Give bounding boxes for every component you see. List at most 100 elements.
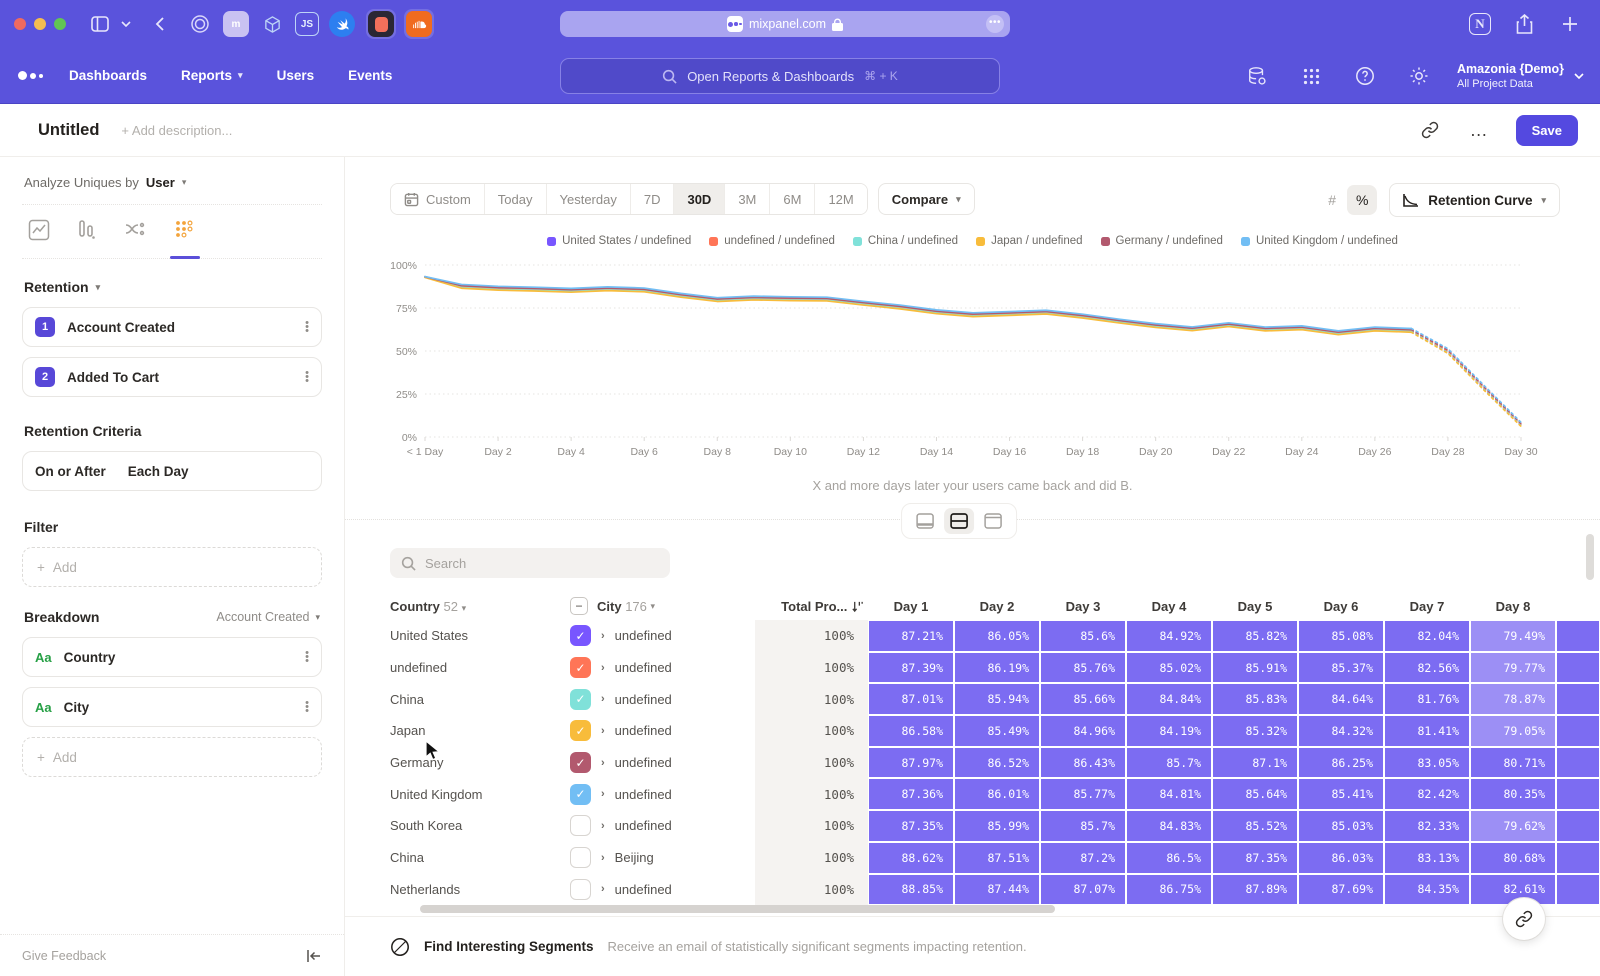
project-switcher[interactable]: Amazonia {Demo} All Project Data: [1457, 62, 1584, 90]
date-range-12m[interactable]: 12M: [815, 184, 866, 214]
retention-value-cell[interactable]: 85.03%: [1298, 810, 1384, 842]
retention-step-account-created[interactable]: 1Account Created•••: [22, 307, 322, 347]
country-cell[interactable]: Netherlands: [390, 874, 570, 906]
help-icon[interactable]: [1352, 63, 1378, 89]
expand-row-icon[interactable]: ›: [601, 630, 605, 642]
tab-retention[interactable]: [174, 219, 196, 258]
breakdown-event-selector[interactable]: Account Created▾: [216, 610, 320, 624]
date-range-today[interactable]: Today: [485, 184, 547, 214]
retention-value-cell[interactable]: 85.41%: [1298, 778, 1384, 810]
compare-button[interactable]: Compare ▾: [878, 183, 975, 215]
retention-value-cell[interactable]: 85.82%: [1212, 620, 1298, 652]
expand-row-icon[interactable]: ›: [601, 662, 605, 674]
criteria-each-day[interactable]: Each Day: [128, 464, 189, 479]
retention-value-cell[interactable]: 87.35%: [868, 810, 954, 842]
retention-value-cell[interactable]: 84.84%: [1126, 683, 1212, 715]
chart-only-layout-icon[interactable]: [910, 508, 940, 534]
legend-item[interactable]: undefined / undefined: [709, 235, 835, 247]
retention-value-cell[interactable]: 86.05%: [954, 620, 1040, 652]
expand-row-icon[interactable]: ›: [601, 852, 605, 864]
expand-row-icon[interactable]: ›: [601, 883, 605, 895]
retention-value-cell[interactable]: 85.64%: [1212, 778, 1298, 810]
country-column-header[interactable]: Country 52 ▾: [390, 599, 570, 614]
expand-row-icon[interactable]: ›: [601, 757, 605, 769]
city-cell[interactable]: ›Beijing: [570, 842, 755, 874]
retention-value-cell[interactable]: 82.56%: [1384, 652, 1470, 684]
retention-value-cell[interactable]: 79.49%: [1470, 620, 1556, 652]
total-column-header[interactable]: Total Pro...: [755, 599, 868, 614]
retention-value-cell[interactable]: 87.01%: [868, 683, 954, 715]
active-tab-soundcloud-icon[interactable]: [404, 9, 434, 39]
table-only-layout-icon[interactable]: [978, 508, 1008, 534]
country-cell[interactable]: South Korea: [390, 810, 570, 842]
breakdown-city[interactable]: AaCity•••: [22, 687, 322, 727]
day-column-header[interactable]: Day 4: [1126, 599, 1212, 614]
retention-value-cell[interactable]: 84.81%: [1126, 778, 1212, 810]
row-checkbox-checked[interactable]: ✓: [570, 752, 591, 773]
swift-extension-icon[interactable]: [329, 11, 355, 37]
new-tab-icon[interactable]: [1557, 11, 1583, 37]
report-description-placeholder[interactable]: + Add description...: [121, 123, 232, 138]
retention-value-cell[interactable]: 88.62%: [868, 842, 954, 874]
country-cell[interactable]: China: [390, 842, 570, 874]
city-cell[interactable]: ›undefined: [570, 874, 755, 906]
absolute-numbers-toggle[interactable]: #: [1317, 185, 1347, 215]
retention-value-cell[interactable]: 87.89%: [1212, 874, 1298, 906]
country-cell[interactable]: China: [390, 683, 570, 715]
date-range-6m[interactable]: 6M: [770, 184, 815, 214]
retention-value-cell[interactable]: 81.76%: [1384, 683, 1470, 715]
legend-item[interactable]: Japan / undefined: [976, 235, 1082, 247]
retention-criteria-card[interactable]: On or After Each Day: [22, 451, 322, 491]
copy-link-icon[interactable]: [1416, 116, 1444, 144]
legend-item[interactable]: Germany / undefined: [1101, 235, 1223, 247]
retention-value-cell[interactable]: 86.25%: [1298, 747, 1384, 779]
cube-extension-icon[interactable]: [259, 11, 285, 37]
day-column-header[interactable]: Day 2: [954, 599, 1040, 614]
retention-value-cell[interactable]: 85.37%: [1298, 652, 1384, 684]
breakdown-country[interactable]: AaCountry•••: [22, 637, 322, 677]
notion-icon[interactable]: N: [1469, 13, 1491, 35]
city-cell[interactable]: ›undefined: [570, 810, 755, 842]
day-column-header[interactable]: Day 7: [1384, 599, 1470, 614]
retention-value-cell[interactable]: 88.85%: [868, 874, 954, 906]
row-checkbox-checked[interactable]: ✓: [570, 657, 591, 678]
retention-section-label[interactable]: Retention: [24, 279, 89, 295]
retention-value-cell[interactable]: 79.05%: [1470, 715, 1556, 747]
country-cell[interactable]: Germany: [390, 747, 570, 779]
retention-value-cell[interactable]: 85.6%: [1040, 620, 1126, 652]
country-cell[interactable]: Japan: [390, 715, 570, 747]
report-title[interactable]: Untitled: [38, 121, 99, 140]
retention-value-cell[interactable]: 86.58%: [868, 715, 954, 747]
day-column-header[interactable]: Day 5: [1212, 599, 1298, 614]
row-checkbox-checked[interactable]: ✓: [570, 689, 591, 710]
retention-step-added-to-cart[interactable]: 2Added To Cart•••: [22, 357, 322, 397]
retention-value-cell[interactable]: 85.66%: [1040, 683, 1126, 715]
row-checkbox-unchecked[interactable]: [570, 847, 591, 868]
retention-value-cell[interactable]: 80.68%: [1470, 842, 1556, 874]
target-extension-icon[interactable]: [187, 11, 213, 37]
day-column-header[interactable]: Day 3: [1040, 599, 1126, 614]
retention-value-cell[interactable]: 81.41%: [1384, 715, 1470, 747]
retention-value-cell[interactable]: 87.51%: [954, 842, 1040, 874]
percent-toggle[interactable]: %: [1347, 185, 1377, 215]
more-options-icon[interactable]: •••: [305, 701, 309, 713]
site-options-icon[interactable]: •••: [986, 15, 1004, 33]
retention-value-cell[interactable]: 80.71%: [1470, 747, 1556, 779]
vertical-scrollbar[interactable]: [1586, 534, 1594, 580]
retention-value-cell[interactable]: 87.97%: [868, 747, 954, 779]
sidebar-toggle-icon[interactable]: [87, 11, 113, 37]
retention-value-cell[interactable]: 84.32%: [1298, 715, 1384, 747]
save-button[interactable]: Save: [1516, 115, 1578, 146]
tab-insights[interactable]: [28, 219, 50, 258]
retention-value-cell[interactable]: 85.49%: [954, 715, 1040, 747]
row-checkbox-unchecked[interactable]: [570, 815, 591, 836]
split-layout-icon[interactable]: [944, 508, 974, 534]
retention-value-cell[interactable]: 85.08%: [1298, 620, 1384, 652]
collapse-sidebar-icon[interactable]: [306, 949, 322, 963]
country-cell[interactable]: United Kingdom: [390, 778, 570, 810]
minimize-window-button[interactable]: [34, 18, 46, 30]
chevron-down-icon[interactable]: [119, 11, 133, 37]
retention-value-cell[interactable]: 84.64%: [1298, 683, 1384, 715]
retention-value-cell[interactable]: 85.99%: [954, 810, 1040, 842]
retention-value-cell[interactable]: 85.83%: [1212, 683, 1298, 715]
